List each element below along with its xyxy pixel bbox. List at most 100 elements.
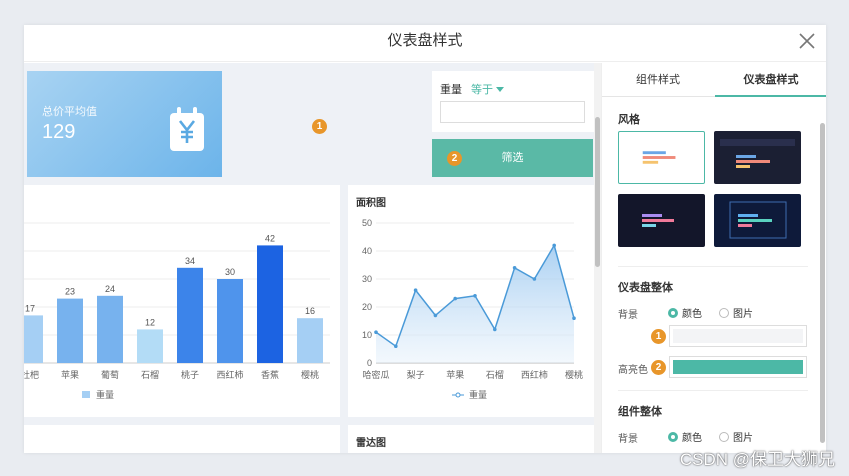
bar-data-label: 16 [305, 306, 315, 316]
area-point [394, 344, 398, 348]
filter-widget: 重量 等于 [432, 71, 594, 132]
filter-operator-label: 等于 [471, 84, 493, 96]
kpi-value: 129 [42, 121, 76, 143]
bar-x-tick-label: 樱桃 [301, 369, 319, 380]
caret-down-icon [496, 87, 505, 92]
filter-operator-dropdown[interactable]: 等于 [471, 81, 505, 97]
bar [97, 295, 123, 363]
component-bg-image-radio[interactable]: 图片 [719, 429, 753, 444]
component-section-title: 组件整体 [618, 406, 662, 418]
dashboard-bg-label: 背景 [618, 310, 638, 321]
theme-dark-purple-thumbnail[interactable] [618, 194, 705, 247]
kpi-label: 总价平均值 [42, 106, 97, 118]
area-y-tick-label: 40 [362, 246, 372, 256]
area-legend-label: 重量 [469, 389, 487, 400]
component-bg-color-radio[interactable]: 颜色 [668, 429, 702, 444]
area-legend-marker [455, 392, 461, 398]
area-point [453, 296, 457, 301]
area-point [572, 316, 576, 320]
area-x-tick-label: 西红柿 [521, 369, 548, 380]
radar-chart-card: 雷达图 [348, 425, 594, 453]
component-bg-label: 背景 [618, 434, 638, 445]
bar-data-label: 42 [265, 233, 275, 243]
highlight-color-picker[interactable] [669, 356, 807, 378]
area-x-tick-label: 哈密瓜 [362, 369, 389, 380]
bar-x-tick-label: 西红柿 [216, 369, 243, 380]
canvas-scroll-thumb[interactable] [595, 117, 600, 267]
panel-tabs: 组件样式 仪表盘样式 [602, 63, 826, 97]
bar [177, 267, 203, 363]
area-point [473, 294, 477, 298]
kpi-card[interactable]: 总价平均值 129 [27, 71, 222, 177]
bar [137, 329, 163, 363]
bar [57, 298, 83, 363]
area-chart-card: 面积图 0 10 20 30 40 50 哈密瓜 梨子 苹果 石榴 西红柿 樱桃重量 [348, 185, 594, 417]
radio-selected-icon [668, 307, 678, 318]
section-divider [618, 390, 808, 391]
style-settings-panel: 组件样式 仪表盘样式 风格 仪表盘整体 背景 颜色 图片 1 高亮色 2 组件整… [601, 63, 826, 453]
theme-dark-blue-thumbnail[interactable] [714, 131, 801, 184]
highlight-color-swatch [673, 360, 803, 374]
dashboard-bg-color-radio[interactable]: 颜色 [668, 305, 702, 320]
bar [24, 315, 43, 363]
area-y-tick-label: 10 [362, 330, 372, 340]
bar-data-label: 24 [105, 284, 115, 294]
bar-data-label: 34 [185, 256, 195, 266]
bar [217, 279, 243, 363]
dashboard-bg-color-picker[interactable] [669, 325, 807, 347]
area-x-tick-label: 樱桃 [565, 369, 583, 380]
bar-x-tick-label: 葡萄 [101, 369, 119, 380]
style-section-title: 风格 [618, 114, 640, 126]
area-x-tick-label: 梨子 [407, 369, 425, 380]
dashboard-style-modal: 仪表盘样式 总价平均值 129 1 重量 等于 筛选 2 17 杜杷 23 苹果… [24, 25, 826, 453]
radar-chart-title: 雷达图 [356, 438, 386, 449]
area-chart-title: 面积图 [356, 198, 386, 209]
area-point [552, 243, 556, 248]
bar-data-label: 23 [65, 287, 75, 297]
close-icon[interactable] [798, 32, 816, 50]
area-y-tick-label: 20 [362, 302, 372, 312]
area-x-tick-label: 苹果 [446, 369, 464, 380]
area-y-tick-label: 30 [362, 274, 372, 284]
tab-dashboard-style[interactable]: 仪表盘样式 [715, 63, 826, 97]
area-point [413, 288, 418, 292]
bar [297, 318, 323, 363]
panel-scrollbar[interactable] [820, 123, 825, 443]
area-y-tick-label: 0 [367, 358, 372, 368]
bar-data-label: 30 [225, 267, 235, 277]
bar-x-tick-label: 桃子 [181, 369, 199, 380]
theme-light-thumbnail[interactable] [618, 131, 705, 184]
chart-card-bottom-left [24, 425, 340, 453]
bar-chart: 17 杜杷 23 苹果 24 葡萄 12 石榴 34 桃子 30 西红柿 42 香蕉 16 樱桃重量 [24, 222, 330, 400]
section-divider [618, 266, 808, 267]
csdn-watermark: CSDN @保卫大狮兄 [679, 450, 835, 469]
modal-header: 仪表盘样式 [24, 25, 826, 62]
highlight-color-label: 高亮色 [618, 365, 648, 376]
bar-data-label: 17 [25, 303, 35, 313]
bar [257, 245, 283, 363]
area-point [493, 327, 497, 332]
yuan-calendar-icon [170, 107, 204, 151]
filter-button-label: 筛选 [501, 152, 524, 164]
marker-badge-2: 2 [447, 151, 462, 166]
bar-x-tick-label: 石榴 [141, 369, 159, 380]
canvas-scrollbar[interactable] [594, 63, 601, 453]
filter-value-input[interactable] [440, 101, 585, 123]
tab-component-style[interactable]: 组件样式 [602, 63, 714, 97]
dashboard-bg-image-radio[interactable]: 图片 [719, 305, 753, 320]
bar-legend-label: 重量 [96, 389, 114, 400]
bar-data-label: 12 [145, 317, 155, 327]
area-y-tick-label: 50 [362, 218, 372, 228]
dashboard-section-title: 仪表盘整体 [618, 282, 673, 294]
area-chart: 0 10 20 30 40 50 哈密瓜 梨子 苹果 石榴 西红柿 樱桃重量 [362, 218, 583, 400]
area-x-tick-label: 石榴 [486, 369, 504, 380]
radio-unselected-icon [719, 307, 729, 318]
theme-tech-blue-thumbnail[interactable] [714, 194, 801, 247]
area-point [374, 330, 378, 334]
bg-color-swatch [673, 329, 803, 343]
dashboard-bg-image-label: 图片 [733, 309, 753, 320]
marker-badge-2: 2 [651, 360, 666, 375]
component-bg-image-label: 图片 [733, 433, 753, 444]
radio-unselected-icon [719, 431, 729, 442]
bar-x-tick-label: 香蕉 [261, 369, 279, 380]
